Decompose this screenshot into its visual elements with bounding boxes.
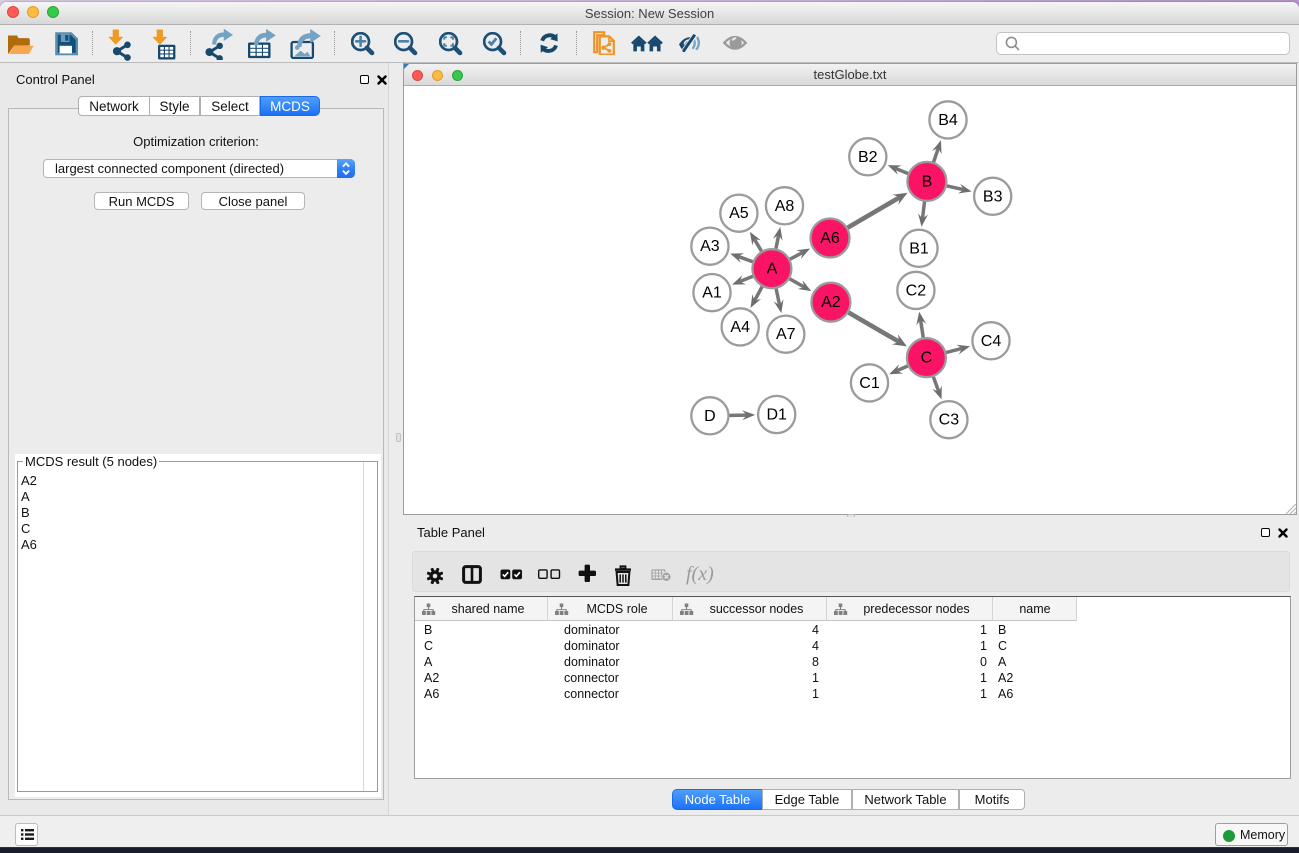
- svg-text:A7: A7: [776, 326, 796, 343]
- svg-text:C: C: [921, 350, 933, 367]
- svg-text:B1: B1: [909, 240, 929, 257]
- svg-text:A8: A8: [775, 198, 795, 215]
- svg-text:B4: B4: [938, 112, 958, 129]
- svg-text:A1: A1: [702, 285, 722, 302]
- svg-text:B2: B2: [858, 149, 878, 166]
- svg-text:C4: C4: [981, 333, 1002, 350]
- svg-text:C2: C2: [906, 282, 927, 299]
- svg-text:C1: C1: [859, 375, 880, 392]
- svg-text:A2: A2: [821, 294, 841, 311]
- svg-text:A4: A4: [730, 319, 750, 336]
- svg-text:D: D: [704, 408, 716, 425]
- svg-text:A5: A5: [729, 205, 749, 222]
- svg-text:C3: C3: [939, 412, 960, 429]
- svg-text:A6: A6: [820, 230, 840, 247]
- svg-text:A3: A3: [700, 238, 720, 255]
- svg-text:A: A: [767, 261, 778, 278]
- svg-text:B3: B3: [983, 188, 1003, 205]
- svg-text:B: B: [922, 173, 933, 190]
- svg-text:D1: D1: [766, 407, 787, 424]
